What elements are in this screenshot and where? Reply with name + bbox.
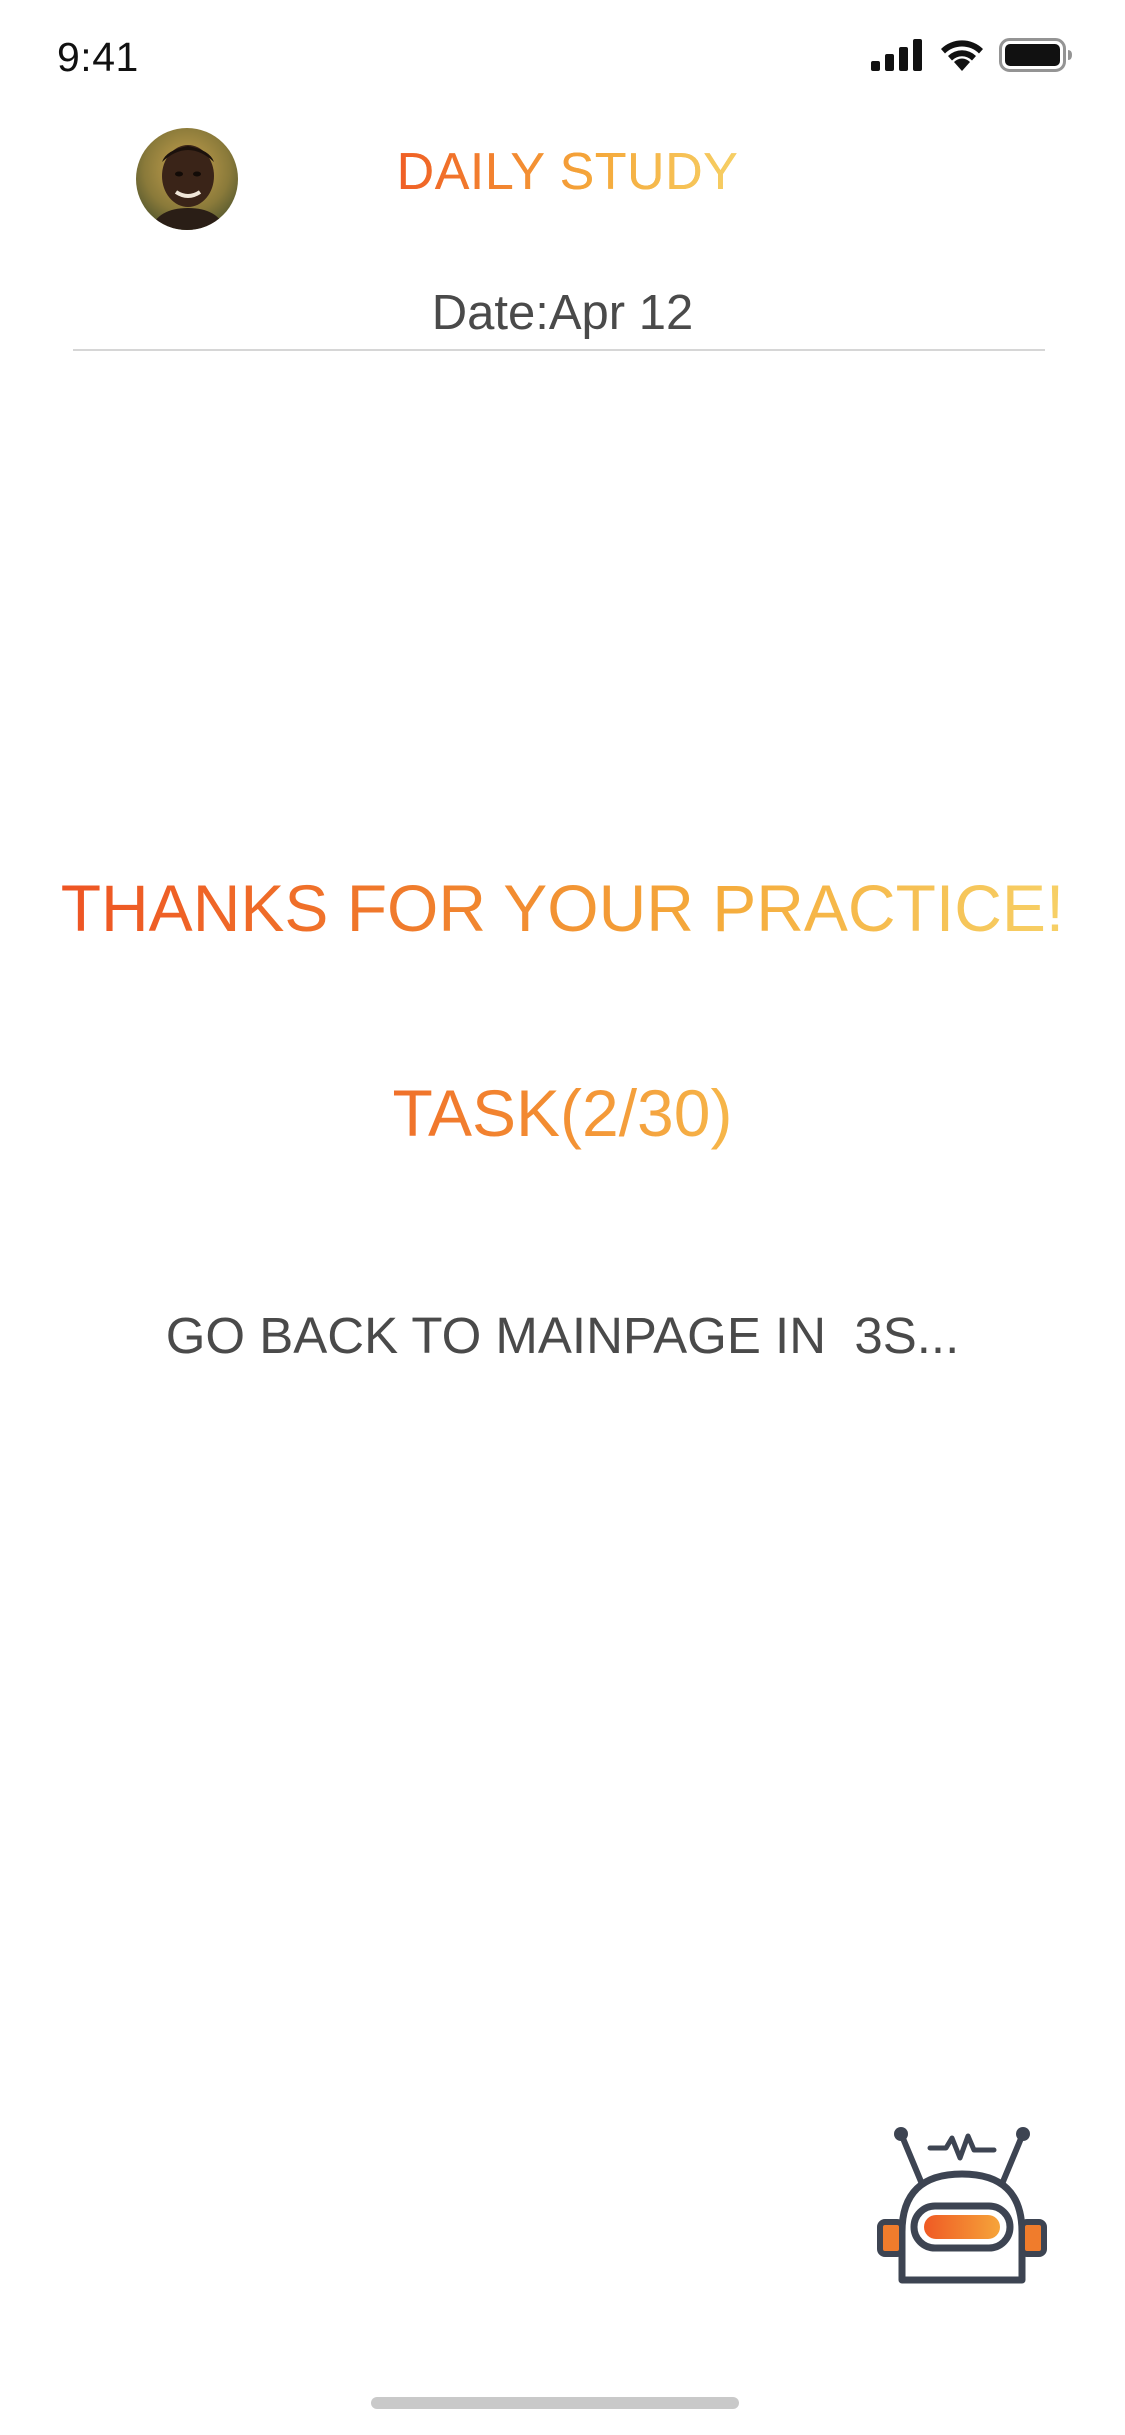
robot-assistant-button[interactable]	[870, 2122, 1054, 2292]
robot-icon	[877, 2127, 1047, 2284]
status-bar: 9:41	[0, 0, 1125, 132]
date-label: Date:Apr 12	[431, 286, 694, 340]
app-title-text: DAILY STUDY	[387, 142, 739, 202]
home-indicator[interactable]	[371, 2397, 739, 2409]
thanks-message-text: THANKS FOR YOUR PRACTICE!	[60, 871, 1065, 945]
header-divider	[73, 349, 1045, 351]
countdown-message: GO BACK TO MAINPAGE IN 3S...	[165, 1307, 960, 1364]
task-progress-text: TASK(2/30)	[392, 1076, 733, 1150]
wifi-icon	[939, 38, 985, 77]
task-progress: TASK(2/30)	[0, 1075, 1125, 1151]
battery-icon	[999, 38, 1073, 77]
thanks-message: THANKS FOR YOUR PRACTICE!	[0, 870, 1125, 946]
app-title: DAILY STUDY	[0, 142, 1125, 202]
status-time: 9:41	[57, 34, 139, 80]
cellular-signal-icon	[871, 39, 925, 76]
status-icons	[871, 38, 1073, 77]
